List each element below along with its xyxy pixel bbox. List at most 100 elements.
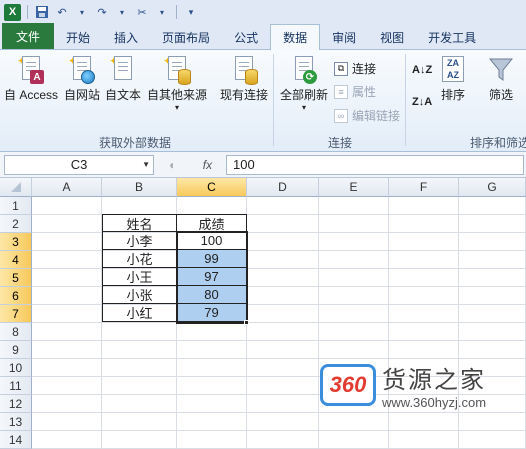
insert-function-button[interactable]: fx	[203, 158, 212, 172]
customize-toolbar-icon[interactable]: ▾	[183, 4, 199, 20]
edit-links-icon: ∞	[334, 108, 348, 123]
row-header-2[interactable]: 2	[0, 215, 32, 233]
sort-button[interactable]: ZA AZ 排序	[438, 54, 468, 103]
redo-icon[interactable]: ↷	[94, 4, 110, 20]
group-label-sort-filter: 排序和筛选	[470, 136, 526, 150]
table-cell-name[interactable]: 小红	[102, 304, 177, 322]
table-cell-score[interactable]: 79	[177, 304, 247, 322]
row-header-13[interactable]: 13	[0, 413, 32, 431]
filter-icon	[486, 54, 516, 86]
edit-links-button[interactable]: ∞ 编辑链接	[334, 107, 400, 124]
row-header-9[interactable]: 9	[0, 341, 32, 359]
chevron-down-icon[interactable]: ▼	[142, 160, 150, 169]
table-header-name[interactable]: 姓名	[102, 214, 177, 232]
connections-icon: ⧉	[334, 61, 348, 76]
active-cell[interactable]: 100	[177, 232, 247, 250]
table-cell-score[interactable]: 80	[177, 286, 247, 304]
tab-review[interactable]: 审阅	[320, 25, 368, 49]
row-header-3[interactable]: 3	[0, 233, 32, 251]
select-all-corner[interactable]	[0, 178, 32, 197]
tab-file[interactable]: 文件	[2, 23, 55, 49]
table-cell-name[interactable]: 小王	[102, 268, 177, 286]
existing-connections-button[interactable]: 现有连接	[220, 54, 268, 103]
watermark-logo: 360	[320, 364, 376, 406]
undo-dropdown-icon[interactable]: ▾	[74, 4, 90, 20]
from-access-button[interactable]: ✦A 自 Access	[4, 54, 58, 103]
column-header-g[interactable]: G	[459, 178, 526, 197]
refresh-all-label: 全部刷新	[280, 88, 329, 102]
watermark-url: www.360hyzj.com	[382, 395, 487, 410]
refresh-all-button[interactable]: ⟳ 全部刷新 ▾	[280, 54, 328, 112]
row-header-4[interactable]: 4	[0, 251, 32, 269]
name-box[interactable]: C3 ▼	[4, 154, 154, 175]
tab-home[interactable]: 开始	[54, 25, 102, 49]
tab-formulas[interactable]: 公式	[222, 25, 270, 49]
edit-links-label: 编辑链接	[352, 109, 401, 123]
column-header-b[interactable]: B	[102, 178, 177, 197]
column-header-f[interactable]: F	[389, 178, 459, 197]
tab-page-layout[interactable]: 页面布局	[150, 25, 222, 49]
sort-icon: ZA AZ	[438, 54, 468, 86]
ribbon-tabs: 文件 开始 插入 页面布局 公式 数据 审阅 视图 开发工具	[0, 23, 526, 50]
gridline	[32, 412, 526, 413]
connections-label: 连接	[352, 62, 377, 76]
existing-connections-icon	[229, 54, 259, 86]
table-cell-name[interactable]: 小花	[102, 250, 177, 268]
column-header-e[interactable]: E	[319, 178, 389, 197]
save-icon[interactable]	[34, 4, 50, 20]
sort-descending-button[interactable]: Z↓A	[412, 96, 432, 108]
column-header-c[interactable]: C	[177, 178, 247, 197]
tools-dropdown-icon[interactable]: ▾	[154, 4, 170, 20]
undo-icon[interactable]: ↶	[54, 4, 70, 20]
redo-dropdown-icon[interactable]: ▾	[114, 4, 130, 20]
from-other-sources-button[interactable]: ✦ 自其他来源 ▾	[147, 54, 207, 112]
excel-logo-icon: X	[4, 3, 21, 21]
tab-view[interactable]: 视图	[368, 25, 416, 49]
divider	[405, 54, 406, 146]
row-header-1[interactable]: 1	[0, 197, 32, 215]
row-header-5[interactable]: 5	[0, 269, 32, 287]
properties-label: 属性	[352, 85, 377, 99]
table-cell-name[interactable]: 小张	[102, 286, 177, 304]
tools-icon[interactable]: ✂	[134, 4, 150, 20]
watermark-title: 货源之家	[382, 366, 486, 394]
from-web-button[interactable]: ✦ 自网站	[64, 54, 100, 103]
formula-input[interactable]: 100	[226, 154, 524, 175]
row-header-10[interactable]: 10	[0, 359, 32, 377]
from-text-button[interactable]: ✦ 自文本	[105, 54, 141, 103]
column-header-d[interactable]: D	[247, 178, 319, 197]
tab-insert[interactable]: 插入	[102, 25, 150, 49]
row-header-7[interactable]: 7	[0, 305, 32, 323]
table-cell-score[interactable]: 99	[177, 250, 247, 268]
row-header-6[interactable]: 6	[0, 287, 32, 305]
row-header-14[interactable]: 14	[0, 431, 32, 449]
web-icon: ✦	[67, 54, 97, 86]
group-label-connections: 连接	[327, 136, 352, 150]
from-text-label: 自文本	[105, 88, 142, 102]
tab-developer[interactable]: 开发工具	[416, 25, 488, 49]
formula-bar: C3 ▼ ◖ fx 100	[0, 152, 526, 178]
properties-button[interactable]: ≡ 属性	[334, 83, 376, 100]
filter-button[interactable]: 筛选	[486, 54, 516, 103]
table-cell-name[interactable]: 小李	[102, 232, 177, 250]
resize-handle-icon[interactable]: ◖	[168, 158, 175, 172]
tab-data[interactable]: 数据	[270, 24, 321, 50]
divider	[176, 5, 177, 19]
formula-buttons: ◖ fx	[154, 158, 226, 172]
row-header-11[interactable]: 11	[0, 377, 32, 395]
divider	[27, 5, 28, 19]
gridline	[32, 340, 526, 341]
sort-ascending-button[interactable]: A↓Z	[412, 64, 432, 76]
column-header-a[interactable]: A	[32, 178, 102, 197]
gridline	[32, 358, 526, 359]
sort-az-icon: A↓Z	[412, 64, 433, 76]
row-header-8[interactable]: 8	[0, 323, 32, 341]
from-web-label: 自网站	[64, 88, 101, 102]
fill-handle[interactable]	[244, 320, 249, 325]
text-file-icon: ✦	[108, 54, 138, 86]
from-access-label: 自 Access	[4, 88, 59, 102]
connections-button[interactable]: ⧉ 连接	[334, 60, 376, 77]
table-cell-score[interactable]: 97	[177, 268, 247, 286]
row-header-12[interactable]: 12	[0, 395, 32, 413]
table-header-score[interactable]: 成绩	[177, 214, 247, 232]
